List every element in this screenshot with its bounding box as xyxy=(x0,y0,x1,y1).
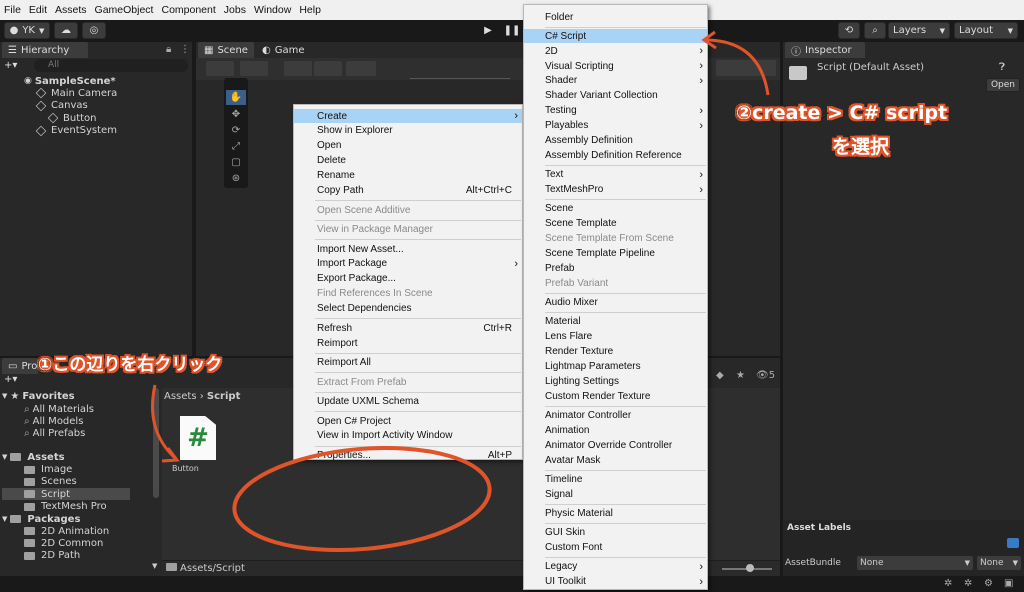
annotation-arrow-1 xyxy=(151,384,177,460)
annotation-layer xyxy=(151,30,770,553)
annotation-circle xyxy=(232,445,492,553)
annotation-step2-line2: を選択 xyxy=(832,136,890,158)
annotation-step1: ①この辺りを右クリック xyxy=(38,355,223,375)
annotation-step2: ②create > C# script xyxy=(736,102,948,124)
